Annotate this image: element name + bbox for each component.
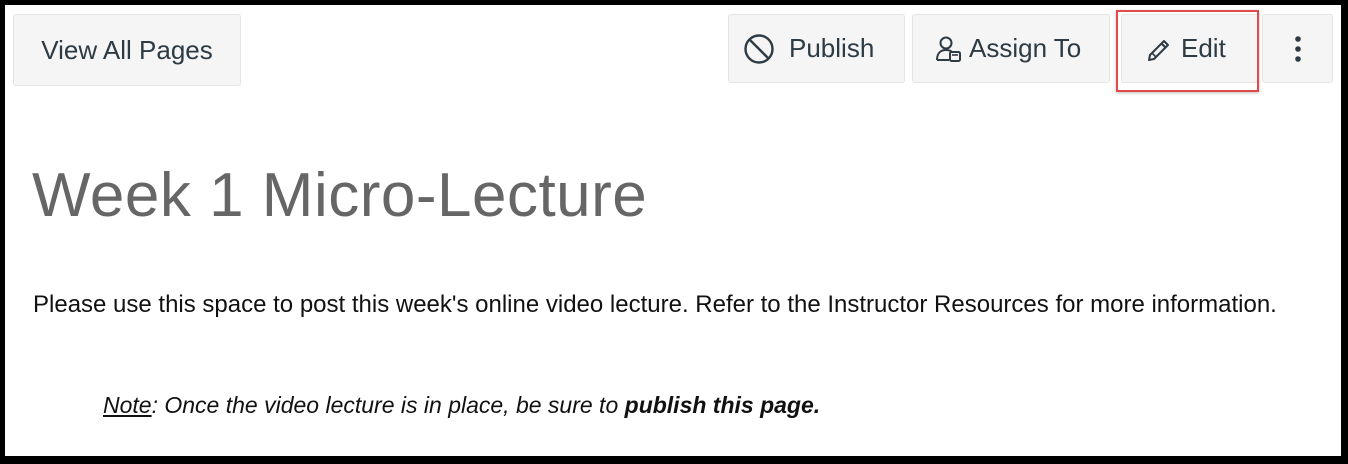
publish-label: Publish bbox=[789, 33, 875, 63]
more-options-button[interactable] bbox=[1262, 14, 1333, 83]
view-all-pages-label: View All Pages bbox=[41, 34, 213, 65]
page-title: Week 1 Micro-Lecture bbox=[32, 161, 648, 230]
kebab-menu-icon bbox=[1294, 35, 1302, 63]
note-label: Note bbox=[103, 392, 152, 418]
assign-user-icon bbox=[935, 34, 963, 64]
page-body-text: Please use this space to post this week'… bbox=[33, 291, 1277, 318]
assign-to-button[interactable]: Assign To bbox=[912, 14, 1110, 83]
note-bold-text: publish this page. bbox=[624, 392, 821, 418]
edit-button[interactable]: Edit bbox=[1121, 14, 1258, 83]
unpublished-circle-slash-icon bbox=[743, 33, 775, 65]
note-text: : Once the video lecture is in place, be… bbox=[151, 392, 625, 418]
edit-label: Edit bbox=[1181, 33, 1226, 63]
page-frame: View All Pages Publish Assign To Edit We… bbox=[5, 5, 1341, 456]
pencil-icon bbox=[1145, 34, 1175, 64]
note-paragraph: Note: Once the video lecture is in place… bbox=[103, 392, 820, 419]
assign-to-label: Assign To bbox=[969, 33, 1082, 63]
publish-button[interactable]: Publish bbox=[728, 14, 905, 83]
view-all-pages-button[interactable]: View All Pages bbox=[13, 14, 241, 86]
